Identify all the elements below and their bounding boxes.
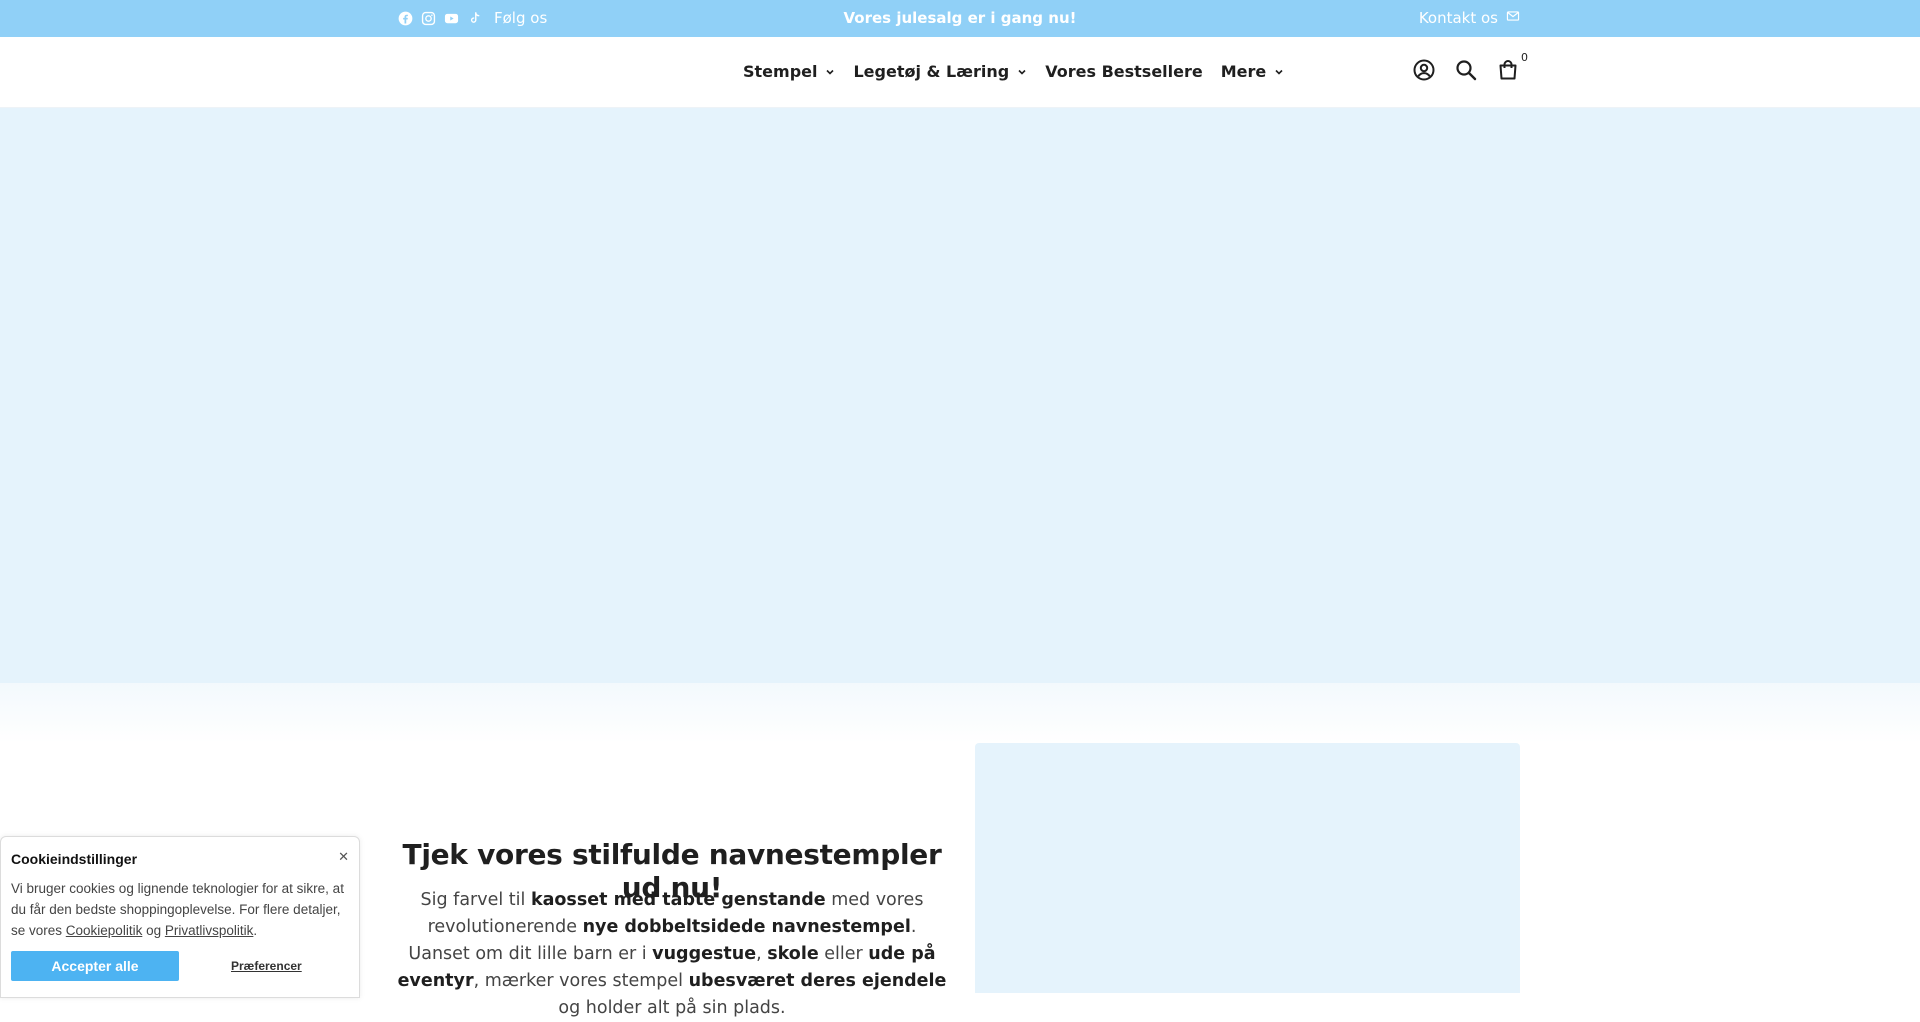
hero-divider	[0, 683, 1920, 743]
account-icon[interactable]	[1412, 58, 1436, 82]
chevron-down-icon	[1018, 69, 1026, 75]
contact-link[interactable]: Kontakt os	[1419, 9, 1520, 27]
privacy-policy-link[interactable]: Privatlivspolitik	[165, 923, 254, 938]
nav-item-label: Vores Bestsellere	[1045, 62, 1203, 81]
feature-text-segment: og holder alt på sin plads.	[558, 998, 786, 1018]
nav-item-stempel[interactable]: Stempel	[743, 62, 835, 81]
feature-text-bold: ubesværet deres ejendele	[688, 971, 947, 991]
nav-item-label: Stempel	[743, 62, 818, 81]
chevron-down-icon	[1275, 69, 1283, 75]
cookie-title: Cookieindstillinger	[11, 851, 138, 867]
feature-text-bold: vuggestue	[652, 944, 757, 964]
cart-count-badge: 0	[1521, 51, 1528, 64]
mail-icon	[1506, 9, 1520, 27]
feature-text-bold: skole	[767, 944, 819, 964]
feature-text-segment: eller	[818, 944, 869, 964]
cookie-text-end: .	[253, 923, 258, 938]
header-actions: 0	[1412, 51, 1528, 82]
cookie-text: Vi bruger cookies og lignende teknologie…	[11, 878, 351, 941]
announcement-bar: Følg os Vores julesalg er i gang nu! Kon…	[0, 0, 1920, 37]
close-icon[interactable]: ✕	[338, 849, 349, 865]
site-header: Stempel Legetøj & Læring Vores Bestselle…	[0, 37, 1920, 108]
nav-item-mere[interactable]: Mere	[1221, 62, 1285, 81]
cookie-banner: Cookieindstillinger ✕ Vi bruger cookies …	[0, 836, 360, 998]
chevron-down-icon	[826, 69, 835, 75]
promo-message[interactable]: Vores julesalg er i gang nu!	[0, 9, 1920, 27]
feature-text-bold: kaosset med tabte genstande	[530, 890, 826, 910]
main-nav: Stempel Legetøj & Læring Vores Bestselle…	[743, 62, 1302, 81]
feature-text-segment: Sig farvel til	[420, 890, 531, 910]
feature-text-bold: nye dobbeltsidede navnestempel	[582, 917, 911, 937]
nav-item-label: Legetøj & Læring	[853, 62, 1010, 81]
contact-label[interactable]: Kontakt os	[1419, 9, 1498, 27]
nav-item-label: Mere	[1220, 62, 1267, 81]
nav-item-legetoj-laering[interactable]: Legetøj & Læring	[853, 62, 1027, 81]
feature-text: Sig farvel til kaosset med tabte genstan…	[396, 887, 948, 1022]
feature-text-segment: , mærker vores stempel	[473, 971, 689, 991]
search-icon[interactable]	[1454, 58, 1478, 82]
hero-banner[interactable]	[0, 108, 1920, 683]
cookie-policy-link[interactable]: Cookiepolitik	[66, 923, 143, 938]
cart-icon[interactable]: 0	[1496, 51, 1528, 82]
accept-all-button[interactable]: Accepter alle	[11, 951, 179, 981]
nav-item-bestsellere[interactable]: Vores Bestsellere	[1045, 62, 1203, 81]
feature-text-segment: ,	[756, 944, 768, 964]
cookie-text-and: og	[142, 923, 165, 938]
preferences-button[interactable]: Præferencer	[231, 959, 302, 973]
feature-image	[975, 743, 1520, 993]
